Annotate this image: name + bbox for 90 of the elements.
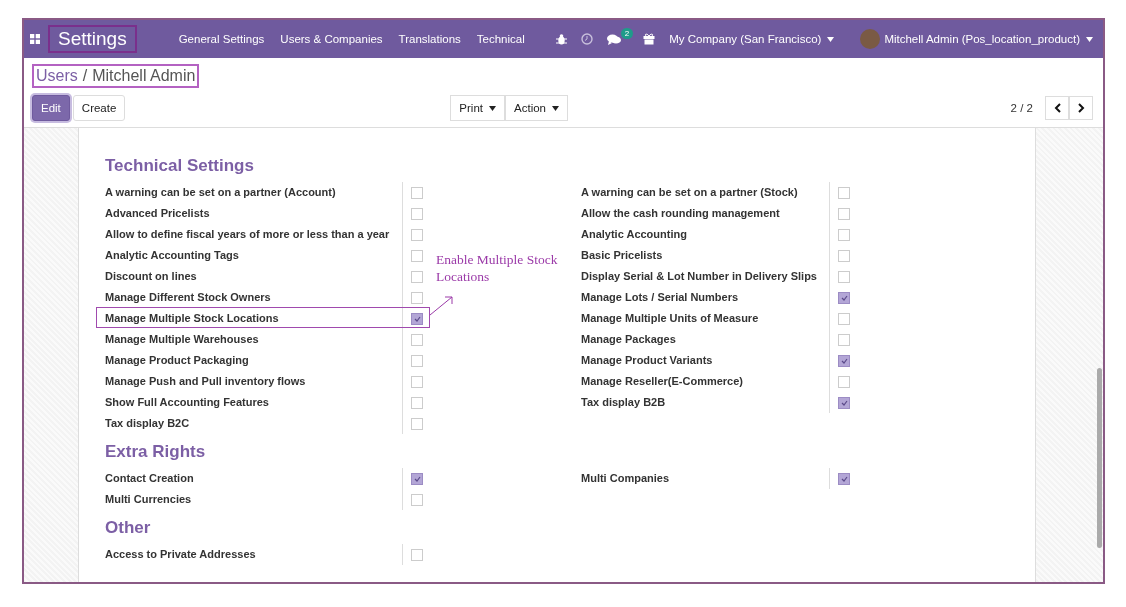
menu-item[interactable]: Technical: [476, 33, 525, 45]
setting-label: Manage Push and Pull inventory flows: [105, 374, 307, 389]
setting-label: Manage Multiple Units of Measure: [581, 311, 760, 326]
dropdown-button[interactable]: Print: [450, 95, 505, 121]
checkbox[interactable]: [838, 186, 850, 199]
chevron-left-icon: [1053, 103, 1061, 113]
checkbox[interactable]: [838, 312, 850, 325]
apps-grid-icon[interactable]: [30, 34, 40, 44]
setting-label: A warning can be set on a partner (Stock): [581, 185, 799, 200]
checkbox[interactable]: [411, 207, 423, 220]
checkbox[interactable]: [411, 375, 423, 388]
checkbox[interactable]: [411, 548, 423, 561]
checkbox[interactable]: [838, 396, 850, 409]
setting-label: Tax display B2C: [105, 416, 191, 431]
setting-label: Contact Creation: [105, 471, 195, 486]
setting-label: Manage Reseller(E-Commerce): [581, 374, 744, 389]
checkbox[interactable]: [838, 249, 850, 262]
setting-label: Manage Lots / Serial Numbers: [581, 290, 740, 305]
setting-label: Show Full Accounting Features: [105, 395, 270, 410]
section-title: Other: [105, 518, 152, 538]
bug-icon[interactable]: [556, 33, 568, 45]
company-switcher[interactable]: My Company (San Francisco): [669, 33, 835, 45]
checkbox[interactable]: [411, 396, 423, 409]
setting-label: Manage Multiple Stock Locations: [105, 308, 402, 329]
annotation-text: Enable Multiple Stock Locations: [436, 251, 559, 285]
avatar-circle: [860, 29, 881, 49]
edit-button[interactable]: Edit: [32, 95, 70, 121]
previous-button[interactable]: [1045, 96, 1069, 120]
dropdown-button[interactable]: Action: [505, 95, 568, 121]
checkbox[interactable]: [838, 228, 850, 241]
setting-label: Manage Multiple Warehouses: [105, 332, 260, 347]
annotation-arrow: [429, 294, 455, 316]
menu-item[interactable]: Users & Companies: [280, 33, 383, 45]
checkbox[interactable]: [411, 354, 423, 367]
create-button[interactable]: Create: [72, 95, 126, 121]
caret-icon: [827, 36, 835, 42]
checkbox[interactable]: [411, 228, 423, 241]
separator-slash: /: [82, 67, 88, 85]
message-count-badge: 2: [620, 27, 634, 39]
section-title: Extra Rights: [105, 442, 207, 462]
menu-item[interactable]: Translations: [398, 33, 461, 45]
section-title: Technical Settings: [105, 156, 255, 176]
setting-label: Manage Product Packaging: [105, 353, 250, 368]
setting-label: Allow the cash rounding management: [581, 206, 781, 221]
chat-icon[interactable]: [607, 33, 622, 45]
checkbox[interactable]: [838, 472, 850, 485]
checkbox[interactable]: [411, 270, 423, 283]
checkbox[interactable]: [411, 291, 423, 304]
setting-label: Display Serial & Lot Number in Delivery Slips: [581, 269, 818, 284]
setting-label: Manage Packages: [581, 332, 677, 347]
checkbox[interactable]: [838, 333, 850, 346]
checkbox[interactable]: [411, 472, 423, 485]
checkbox[interactable]: [838, 207, 850, 220]
setting-label: Discount on lines: [105, 269, 198, 284]
checkbox[interactable]: [838, 354, 850, 367]
setting-label: Access to Private Addresses: [105, 547, 257, 562]
setting-label: Allow to define fiscal years of more or less than a year: [105, 227, 391, 242]
checkbox[interactable]: [411, 333, 423, 346]
setting-label: Advanced Pricelists: [105, 206, 211, 221]
clock-icon[interactable]: [581, 33, 594, 45]
caret-icon: [489, 105, 496, 111]
checkbox[interactable]: [411, 249, 423, 262]
checkbox[interactable]: [411, 417, 423, 430]
breadcrumb-current: Mitchell Admin: [92, 67, 196, 85]
setting-label: Analytic Accounting: [581, 227, 688, 242]
setting-label: Analytic Accounting Tags: [105, 248, 240, 263]
checkbox[interactable]: [838, 270, 850, 283]
setting-label: Manage Different Stock Owners: [105, 290, 272, 305]
checkbox[interactable]: [411, 186, 423, 199]
scrollbar[interactable]: [1097, 368, 1102, 548]
setting-label: Multi Companies: [581, 471, 670, 486]
pager-counter: 2 / 2: [1010, 102, 1033, 114]
checkbox[interactable]: [838, 291, 850, 304]
setting-label: A warning can be set on a partner (Account): [105, 185, 337, 200]
caret-icon: [552, 105, 559, 111]
gift-icon[interactable]: [643, 33, 656, 45]
checkbox[interactable]: [411, 312, 423, 325]
setting-label: Basic Pricelists: [581, 248, 664, 263]
caret-icon: [1086, 36, 1093, 42]
setting-label: Tax display B2B: [581, 395, 667, 410]
breadcrumb-link[interactable]: Users: [36, 67, 78, 85]
user-menu[interactable]: Mitchell Admin (Pos_location_product): [884, 33, 1093, 45]
setting-label: Multi Currencies: [105, 492, 193, 507]
checkbox[interactable]: [411, 493, 423, 506]
chevron-right-icon: [1077, 103, 1085, 113]
setting-label: Manage Product Variants: [581, 353, 714, 368]
checkbox[interactable]: [838, 375, 850, 388]
app-title[interactable]: Settings: [48, 25, 137, 53]
next-button[interactable]: [1069, 96, 1093, 120]
menu-item[interactable]: General Settings: [178, 33, 265, 45]
